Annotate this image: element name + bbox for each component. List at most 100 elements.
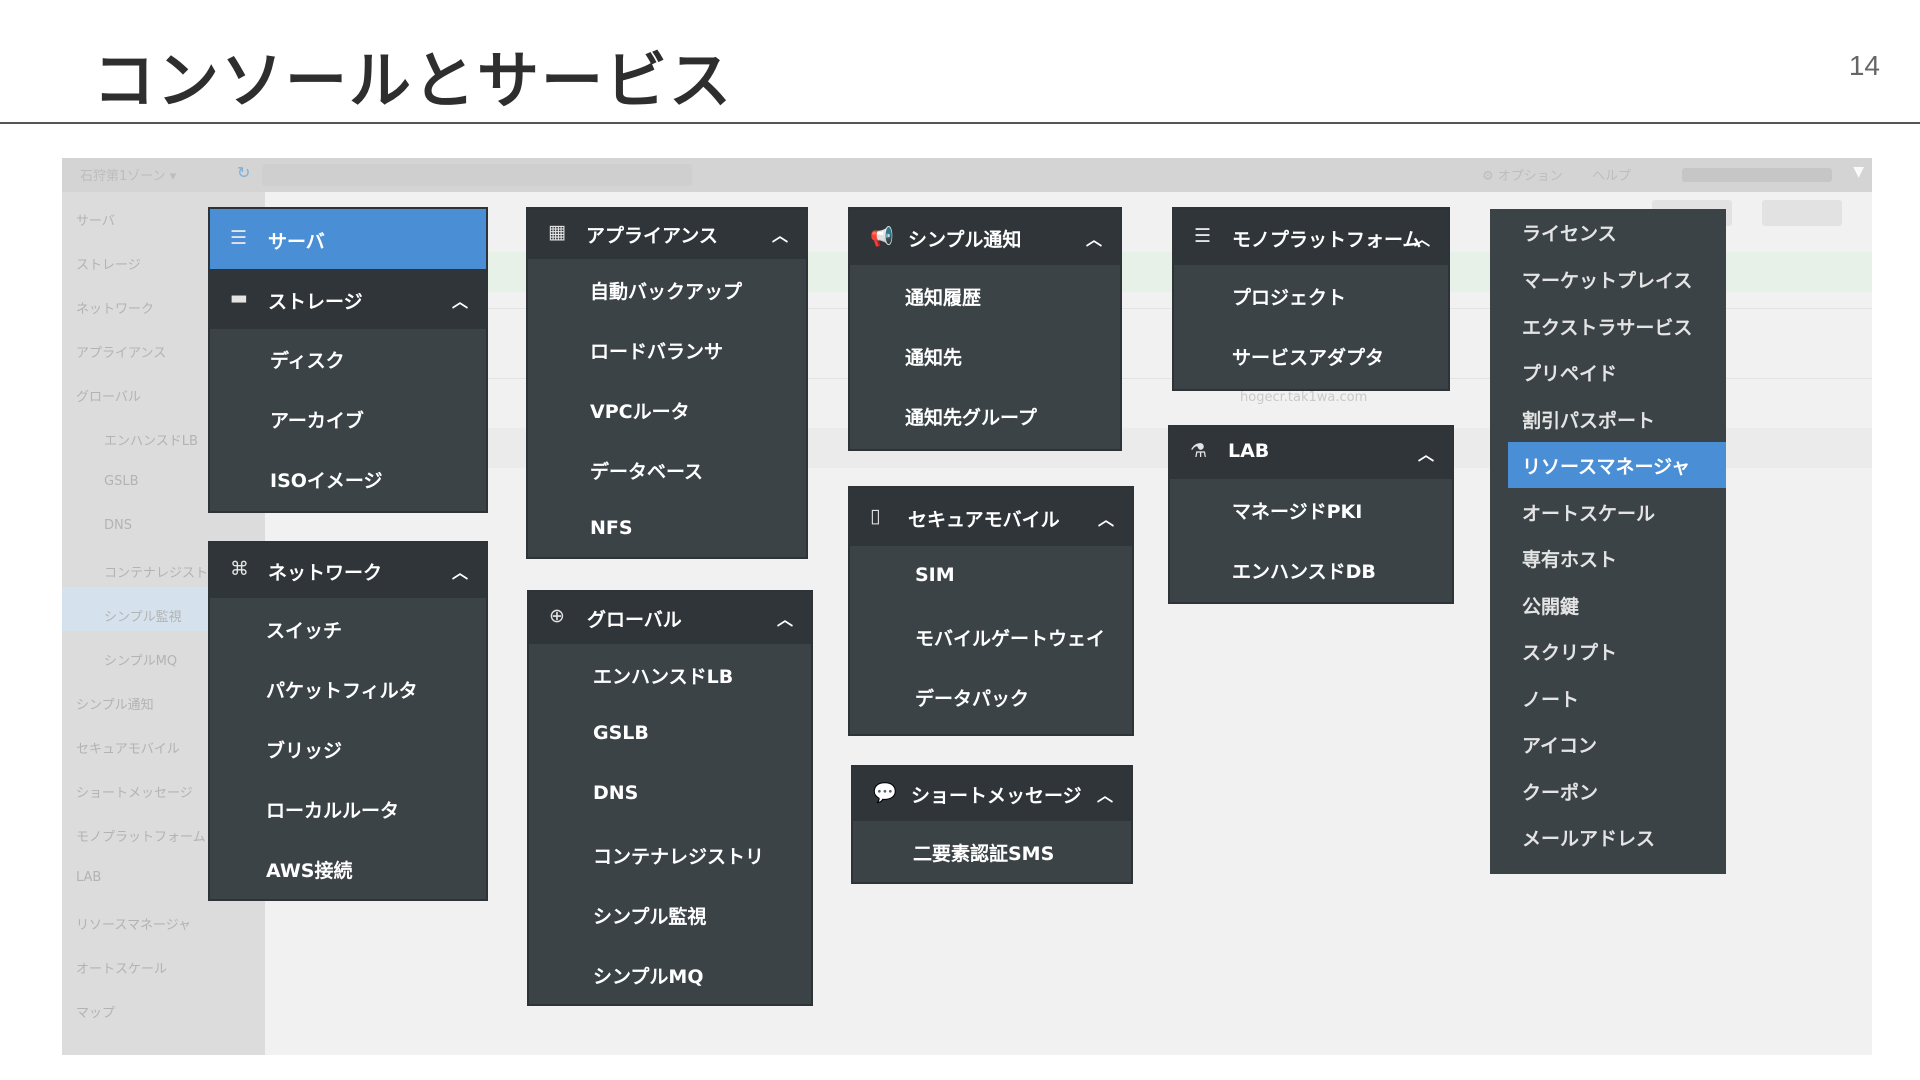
menu-item[interactable]: 公開鍵 xyxy=(1522,592,1579,619)
menu-item[interactable]: データパック xyxy=(915,684,1029,711)
menu-sms: 💬 ショートメッセージ ︿ 二要素認証SMS xyxy=(853,767,1131,882)
chevron-up-icon[interactable]: ︿ xyxy=(452,288,468,312)
chat-icon: 💬 xyxy=(873,782,897,804)
menu-item[interactable]: モバイルゲートウェイ xyxy=(915,624,1105,651)
menu-item[interactable]: ライセンス xyxy=(1522,219,1617,246)
menu-item[interactable]: プロジェクト xyxy=(1232,283,1346,310)
zone-selector[interactable]: 石狩第1ゾーン ▾ xyxy=(80,165,176,184)
menu-item[interactable]: 割引パスポート xyxy=(1522,406,1655,433)
menu-item[interactable]: エンハンスドLB xyxy=(593,662,733,689)
sidebar-item[interactable]: リソースマネージャ xyxy=(76,914,191,933)
help-link[interactable]: ヘルプ xyxy=(1592,165,1631,184)
menu-item[interactable]: パケットフィルタ xyxy=(266,676,418,703)
sidebar-item[interactable]: サーバ xyxy=(76,210,115,229)
menu-item[interactable]: エクストラサービス xyxy=(1522,313,1692,340)
menu-header-appliance[interactable]: ▦ アプライアンス ︿ xyxy=(528,209,806,259)
mobile-icon: ▯ xyxy=(870,505,881,527)
menu-item[interactable]: アイコン xyxy=(1522,731,1597,758)
menu-item[interactable]: スイッチ xyxy=(266,616,342,643)
menu-header-network[interactable]: ⌘ ネットワーク ︿ xyxy=(210,543,486,598)
menu-item[interactable]: SIM xyxy=(915,564,955,586)
menu-item[interactable]: サービスアダプタ xyxy=(1232,343,1384,370)
sidebar-item[interactable]: グローバル xyxy=(76,386,141,405)
menu-item[interactable]: 二要素認証SMS xyxy=(913,839,1054,866)
sidebar-item[interactable]: マップ xyxy=(76,1002,115,1021)
menu-item[interactable]: コンテナレジストリ xyxy=(593,842,764,869)
menu-item[interactable]: 自動バックアップ xyxy=(590,277,742,304)
sidebar-item[interactable]: エンハンスドLB xyxy=(104,430,198,449)
menu-item[interactable]: ノート xyxy=(1522,685,1579,712)
storage-icon: ▬ xyxy=(230,287,248,309)
menu-item[interactable]: ISOイメージ xyxy=(270,466,383,493)
sidebar-item[interactable]: モノプラットフォーム xyxy=(76,826,206,845)
chevron-up-icon[interactable]: ︿ xyxy=(1086,226,1102,250)
chevron-up-icon[interactable]: ︿ xyxy=(1414,226,1430,250)
menu-item[interactable]: ディスク xyxy=(270,346,345,373)
sidebar-item[interactable]: シンプル監視 xyxy=(104,606,182,625)
options-link[interactable]: ⚙ オプション xyxy=(1482,165,1563,184)
chevron-up-icon[interactable]: ︿ xyxy=(1098,506,1114,530)
menu-item[interactable]: オートスケール xyxy=(1522,499,1655,526)
menu-item[interactable]: VPCルータ xyxy=(590,397,690,424)
menu-header-lab[interactable]: ⚗ LAB ︿ xyxy=(1170,427,1452,479)
toolbar-button[interactable] xyxy=(1762,200,1842,226)
menu-item[interactable]: スクリプト xyxy=(1522,638,1617,665)
menu-item[interactable]: メールアドレス xyxy=(1522,824,1655,851)
menu-global: ⊕ グローバル ︿ エンハンスドLB GSLB DNS コンテナレジストリ シン… xyxy=(529,592,811,1004)
sidebar-item[interactable]: GSLB xyxy=(104,474,139,489)
menu-item[interactable]: クーポン xyxy=(1522,778,1598,805)
user-menu-caret-icon[interactable]: ▼ xyxy=(1853,164,1864,180)
menu-header-storage[interactable]: ▬ ストレージ ︿ xyxy=(210,269,486,329)
refresh-icon[interactable]: ↻ xyxy=(237,163,250,182)
menu-item[interactable]: 通知履歴 xyxy=(905,283,981,310)
menu-item[interactable]: シンプルMQ xyxy=(593,962,704,989)
sidebar-item[interactable]: セキュアモバイル xyxy=(76,738,180,757)
menu-item[interactable]: ロードバランサ xyxy=(590,337,723,364)
menu-storage: ☰ サーバ ▬ ストレージ ︿ ディスク アーカイブ ISOイメージ xyxy=(210,209,486,511)
menu-item[interactable]: DNS xyxy=(593,782,638,804)
menu-header-mobile[interactable]: ▯ セキュアモバイル ︿ xyxy=(850,488,1132,546)
menu-item[interactable]: プリペイド xyxy=(1522,359,1617,386)
menu-header-global[interactable]: ⊕ グローバル ︿ xyxy=(529,592,811,644)
menu-item[interactable]: 通知先グループ xyxy=(905,403,1037,430)
menu-header-label: ショートメッセージ xyxy=(911,785,1082,807)
menu-network: ⌘ ネットワーク ︿ スイッチ パケットフィルタ ブリッジ ローカルルータ AW… xyxy=(210,543,486,899)
sidebar-item[interactable]: シンプル通知 xyxy=(76,694,154,713)
chevron-up-icon[interactable]: ︿ xyxy=(452,559,468,583)
sidebar-item[interactable]: シンプルMQ xyxy=(104,650,177,669)
sidebar-item[interactable]: ショートメッセージ xyxy=(76,782,193,801)
menu-item[interactable]: 通知先 xyxy=(905,343,962,370)
menu-mobile: ▯ セキュアモバイル ︿ SIM モバイルゲートウェイ データパック xyxy=(850,488,1132,734)
sidebar-item[interactable]: アプライアンス xyxy=(76,342,166,361)
menu-item-selected[interactable]: リソースマネージャ xyxy=(1522,452,1690,479)
menu-item[interactable]: 専有ホスト xyxy=(1522,545,1617,572)
sidebar-item[interactable]: ストレージ xyxy=(76,254,141,273)
menu-header-mono[interactable]: ☰ モノプラットフォーム ︿ xyxy=(1174,209,1448,265)
resource-search-input[interactable] xyxy=(262,164,692,186)
sidebar-item[interactable]: ネットワーク xyxy=(76,298,154,317)
chevron-up-icon[interactable]: ︿ xyxy=(1418,441,1434,465)
sidebar-item[interactable]: DNS xyxy=(104,518,132,533)
menu-item[interactable]: GSLB xyxy=(593,722,649,744)
menu-item[interactable]: NFS xyxy=(590,517,633,539)
sidebar-item[interactable]: コンテナレジストリ xyxy=(104,562,221,581)
menu-item-server[interactable]: ☰ サーバ xyxy=(210,209,486,269)
menu-item[interactable]: データベース xyxy=(590,457,703,484)
menu-item[interactable]: ローカルルータ xyxy=(266,796,399,823)
user-name[interactable] xyxy=(1682,168,1832,182)
menu-header-sms[interactable]: 💬 ショートメッセージ ︿ xyxy=(853,767,1131,821)
menu-item[interactable]: ブリッジ xyxy=(266,736,342,763)
menu-header-notify[interactable]: 📢 シンプル通知 ︿ xyxy=(850,209,1120,265)
chevron-up-icon[interactable]: ︿ xyxy=(1097,782,1113,806)
menu-item[interactable]: AWS接続 xyxy=(266,856,353,883)
menu-item[interactable]: アーカイブ xyxy=(270,406,364,433)
sidebar-item[interactable]: LAB xyxy=(76,870,101,885)
menu-item[interactable]: マネージドPKI xyxy=(1232,497,1362,524)
menu-item[interactable]: シンプル監視 xyxy=(593,902,706,929)
menu-header-label: ネットワーク xyxy=(268,562,383,584)
chevron-up-icon[interactable]: ︿ xyxy=(777,606,793,630)
chevron-up-icon[interactable]: ︿ xyxy=(772,222,788,246)
menu-item[interactable]: エンハンスドDB xyxy=(1232,557,1376,584)
menu-item[interactable]: マーケットプレイス xyxy=(1522,266,1692,293)
sidebar-item[interactable]: オートスケール xyxy=(76,958,167,977)
